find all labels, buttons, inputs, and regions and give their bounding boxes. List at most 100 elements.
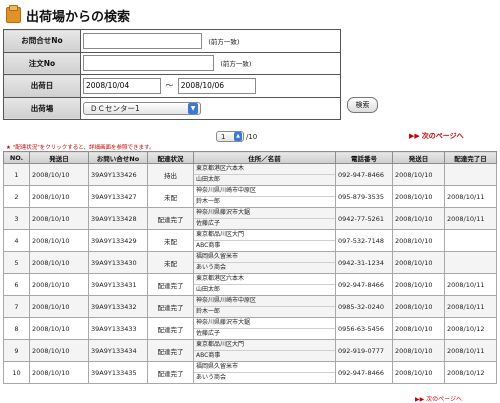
row-status-link[interactable]: 未配 <box>147 185 194 208</box>
warehouse-cell: ＤＣセンター1 ▼ <box>80 96 341 120</box>
warehouse-value: ＤＣセンター1 <box>90 103 140 113</box>
row-ship-date-2: 2008/10/10 <box>392 185 445 208</box>
table-row: 4 2008/10/10 39A9Y133429 未配 東京都品川区大門 ABC商事 097… <box>3 229 497 252</box>
row-delivered-date: 2008/10/12 <box>444 317 497 340</box>
header-inquiry-no: お問い合せNo <box>88 151 148 164</box>
row-status-link[interactable]: 持出 <box>147 163 194 186</box>
row-phone: 092-947-8466 <box>335 361 393 384</box>
next-page-label: 次のページへ <box>421 132 464 140</box>
row-delivered-date: 2008/10/11 <box>444 207 497 230</box>
row-address: 神奈川県川崎市中原区 <box>194 297 335 307</box>
row-inquiry-no: 39A9Y133433 <box>88 317 148 340</box>
row-address-cell: 東京都品川区大門 ABC商事 <box>193 339 336 362</box>
inquiry-no-row: お問合せNo (前方一致) <box>3 29 341 53</box>
table-row: 5 2008/10/10 39A9Y133430 未配 福岡県久留米市 あいう商会 0942… <box>3 251 497 274</box>
box-icon <box>6 5 21 23</box>
inquiry-no-input[interactable] <box>83 32 202 49</box>
table-row: 2 2008/10/10 39A9Y133427 未配 神奈川県川崎市中原区 鈴木一郎 09… <box>3 185 497 208</box>
row-no: 2 <box>3 185 30 208</box>
table-row: 6 2008/10/10 39A9Y133431 配達完了 東京都港区六本木 山田太郎 09… <box>3 273 497 296</box>
row-inquiry-no: 39A9Y133428 <box>88 207 148 230</box>
row-ship-date: 2008/10/10 <box>29 251 89 274</box>
header-no: NO. <box>3 151 30 164</box>
search-button[interactable]: 検索 <box>347 97 378 113</box>
row-phone: 0985-32-0240 <box>335 295 393 318</box>
row-no: 4 <box>3 229 30 252</box>
row-phone: 0942-31-1234 <box>335 251 393 274</box>
row-no: 1 <box>3 163 30 186</box>
next-page-link[interactable]: ▶▶ 次のページへ <box>409 131 464 141</box>
row-status-link[interactable]: 配達完了 <box>147 361 194 384</box>
row-status-link[interactable]: 配達完了 <box>147 207 194 230</box>
row-address-cell: 東京都品川区大門 ABC商事 <box>193 229 336 252</box>
row-address: 東京都港区六本木 <box>194 165 335 175</box>
row-status-link[interactable]: 配達完了 <box>147 339 194 362</box>
row-ship-date: 2008/10/10 <box>29 361 89 384</box>
row-ship-date-2: 2008/10/10 <box>392 361 445 384</box>
row-status-link[interactable]: 未配 <box>147 229 194 252</box>
row-no: 10 <box>3 361 30 384</box>
row-phone: 092-947-8466 <box>335 163 393 186</box>
inquiry-no-note: (前方一致) <box>208 37 240 46</box>
row-inquiry-no: 39A9Y133432 <box>88 295 148 318</box>
row-ship-date-2: 2008/10/10 <box>392 251 445 274</box>
inquiry-no-cell: (前方一致) <box>80 29 341 53</box>
row-ship-date: 2008/10/10 <box>29 185 89 208</box>
row-name: ABC商事 <box>196 242 221 249</box>
table-header: NO. 発送日 お問い合せNo 配達状況 住所／名前 電話番号 発送日 配達完了… <box>3 151 497 164</box>
row-phone: 092-919-0777 <box>335 339 393 362</box>
total-pages: /10 <box>246 132 258 141</box>
dropdown-arrow-icon: ▼ <box>188 102 198 114</box>
row-ship-date-2: 2008/10/10 <box>392 317 445 340</box>
date-to-input[interactable] <box>177 77 256 94</box>
table-row: 8 2008/10/10 39A9Y133433 配達完了 神奈川県藤沢市大鋸 佐藤広子 0… <box>3 317 497 340</box>
row-ship-date: 2008/10/10 <box>29 317 89 340</box>
row-ship-date: 2008/10/10 <box>29 229 89 252</box>
row-address: 福岡県久留米市 <box>194 363 335 373</box>
row-status-link[interactable]: 未配 <box>147 251 194 274</box>
row-ship-date-2: 2008/10/10 <box>392 295 445 318</box>
row-inquiry-no: 39A9Y133430 <box>88 251 148 274</box>
row-status-link[interactable]: 配達完了 <box>147 317 194 340</box>
header-status: 配達状況 <box>147 151 194 164</box>
bottom-next-link[interactable]: ▶▶ 次のページへ <box>415 394 462 403</box>
row-delivered-date <box>444 251 497 274</box>
results-table: NO. 発送日 お問い合せNo 配達状況 住所／名前 電話番号 発送日 配達完了… <box>3 151 497 384</box>
order-no-input[interactable] <box>83 55 214 72</box>
page-header: 出荷場からの検索 <box>6 5 130 25</box>
dropdown-arrow-icon: ▲ <box>234 132 242 141</box>
row-status-link[interactable]: 配達完了 <box>147 273 194 296</box>
row-no: 3 <box>3 207 30 230</box>
order-no-label: 注文No <box>3 51 81 75</box>
row-name: 佐藤広子 <box>196 330 221 337</box>
order-no-note: (前方一致) <box>220 60 252 69</box>
header-phone: 電話番号 <box>335 151 393 164</box>
row-ship-date-2: 2008/10/10 <box>392 273 445 296</box>
row-ship-date: 2008/10/10 <box>29 207 89 230</box>
date-from-input[interactable] <box>83 77 161 94</box>
row-delivered-date: 2008/10/11 <box>444 185 497 208</box>
order-no-row: 注文No (前方一致) <box>3 51 341 75</box>
row-address-cell: 福岡県久留米市 あいう商会 <box>193 361 336 384</box>
row-status-link[interactable]: 配達完了 <box>147 295 194 318</box>
row-name: 佐藤広子 <box>196 220 221 227</box>
row-address-cell: 東京都港区六本木 山田太郎 <box>193 163 336 186</box>
row-inquiry-no: 39A9Y133431 <box>88 273 148 296</box>
warehouse-select[interactable]: ＤＣセンター1 ▼ <box>83 101 201 115</box>
current-page: 1 <box>221 132 226 141</box>
pager: 1 ▲ /10 <box>216 131 257 142</box>
row-inquiry-no: 39A9Y133429 <box>88 229 148 252</box>
row-address: 東京都品川区大門 <box>194 231 335 241</box>
ship-date-label: 出荷日 <box>3 74 81 98</box>
table-row: 9 2008/10/10 39A9Y133434 配達完了 東京都品川区大門 ABC商事 0… <box>3 339 497 362</box>
ship-date-row: 出荷日 ～ <box>3 74 341 98</box>
row-ship-date: 2008/10/10 <box>29 295 89 318</box>
table-row: 7 2008/10/10 39A9Y133432 配達完了 神奈川県川崎市中原区 鈴木一郎… <box>3 295 497 318</box>
row-name: あいう商会 <box>196 374 227 381</box>
ship-date-cell: ～ <box>80 74 341 98</box>
row-address: 神奈川県川崎市中原区 <box>194 187 335 197</box>
table-row: 10 2008/10/10 39A9Y133435 配達完了 福岡県久留米市 あいう商会 0… <box>3 361 497 384</box>
row-delivered-date <box>444 229 497 252</box>
page-select[interactable]: 1 ▲ <box>216 131 244 142</box>
row-address-cell: 神奈川県藤沢市大鋸 佐藤広子 <box>193 207 336 230</box>
